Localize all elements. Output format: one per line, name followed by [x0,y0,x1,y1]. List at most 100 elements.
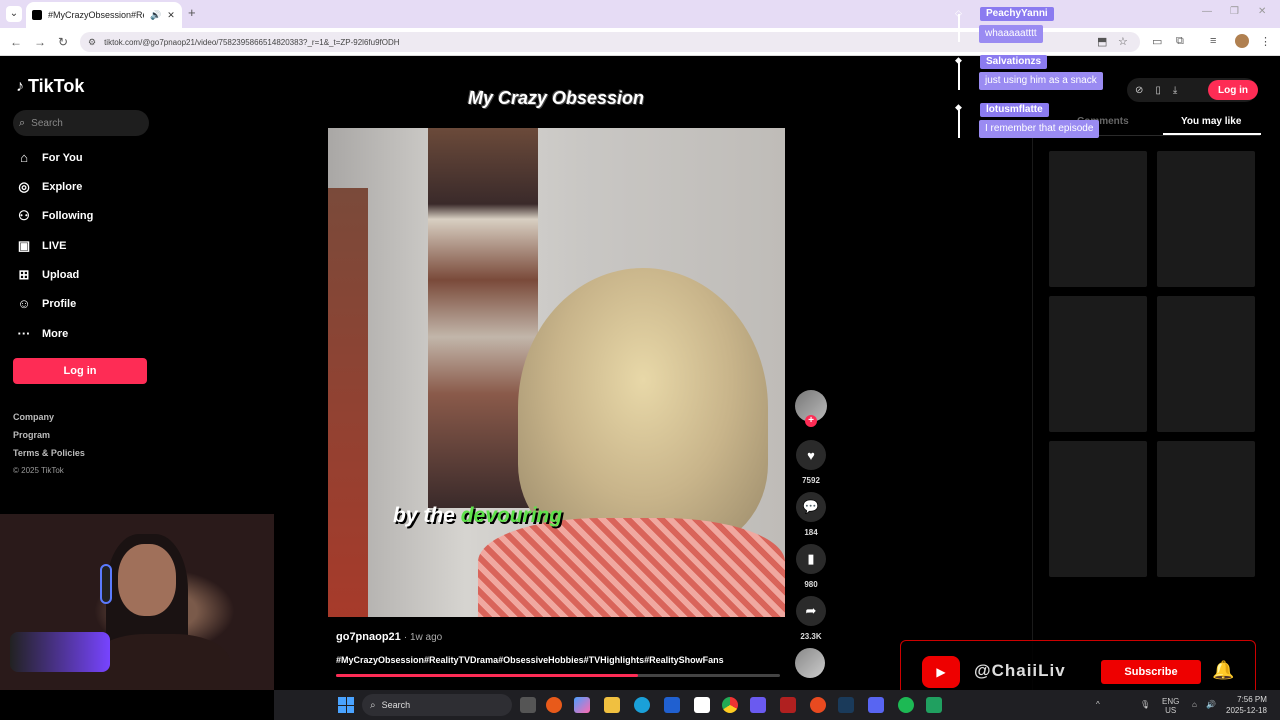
clock-time: 7:56 PM [1237,695,1267,704]
microphone-tray-icon[interactable]: 🎙 [1140,700,1150,709]
taskbar-search[interactable]: ⌕ Search [362,694,512,716]
like-button[interactable]: ♥ [796,440,826,470]
streaming-app-icon[interactable] [926,697,942,713]
recommended-video-placeholder[interactable] [1157,441,1255,577]
recommended-video-placeholder[interactable] [1049,151,1147,287]
windows-start-icon[interactable] [338,697,354,713]
recommended-video-placeholder[interactable] [1049,296,1147,432]
site-info-icon[interactable]: ⚙ [88,37,96,48]
search-input[interactable]: ⌕ Search [13,110,149,136]
follow-plus-icon[interactable]: + [805,415,817,427]
recommended-video-placeholder[interactable] [1049,441,1147,577]
file-explorer-icon[interactable] [604,697,620,713]
tab-title: #MyCrazyObsession#Realit [48,10,144,20]
nav-explore[interactable]: ◎ Explore [16,179,82,195]
bookmark-star-icon[interactable]: ☆ [1118,35,1128,48]
discord-icon[interactable] [868,697,884,713]
maximize-icon[interactable]: ❐ [1230,6,1239,17]
steam-icon[interactable] [838,697,854,713]
nav-label: Profile [42,297,77,310]
browser-menu-icon[interactable]: ⋮ [1260,35,1271,48]
webcam-body-shape [90,634,230,690]
chat-diamond-icon: ◇ [955,8,962,18]
spotify-icon[interactable] [898,697,914,713]
share-button[interactable]: ➦ [796,596,826,626]
active-tab-underline [1163,133,1261,135]
nav-upload[interactable]: ⊞ Upload [16,267,80,283]
header-login-button[interactable]: Log in [1208,80,1258,100]
phone-icon[interactable]: ▯ [1155,85,1161,96]
dots-icon: ··· [17,326,31,341]
compass-tool-icon[interactable]: ⊘ [1135,85,1143,96]
people-icon: ⚇ [18,208,30,223]
author-name[interactable]: go7pnaop21 [336,631,401,643]
nav-live[interactable]: ▣ LIVE [16,238,67,254]
sidebar-login-button[interactable]: Log in [13,358,147,384]
video-author[interactable]: go7pnaop21 · 1w ago [336,631,442,643]
system-clock[interactable]: 7:56 PM 2025-12-18 [1226,694,1267,716]
tab-close-icon[interactable]: ✕ [167,10,175,21]
video-player[interactable] [328,128,785,617]
media-app-icon[interactable] [780,697,796,713]
profile-avatar[interactable] [1235,34,1249,48]
browser-tab[interactable]: #MyCrazyObsession#Realit 🔊 ✕ [26,2,182,28]
comment-icon: 💬 [802,499,820,514]
footer-program-link[interactable]: Program [13,430,50,440]
microphone-icon [10,632,110,672]
forward-icon[interactable]: → [34,35,46,49]
save-button[interactable]: ▮ [796,544,826,574]
tab-list-chevron-icon[interactable]: ⌄ [6,6,22,22]
reading-list-icon[interactable]: ≡ [1210,35,1216,47]
comment-button[interactable]: 💬 [796,492,826,522]
recommended-video-placeholder[interactable] [1157,151,1255,287]
brave-icon[interactable] [810,697,826,713]
bell-icon[interactable]: 🔔 [1212,660,1234,681]
footer-terms-link[interactable]: Terms & Policies [13,448,85,458]
nav-more[interactable]: ··· More [16,326,69,341]
window-close-icon[interactable]: ✕ [1258,6,1266,17]
new-tab-icon[interactable]: + [188,5,196,20]
chat-username: lotusmflatte [980,103,1049,117]
tiktok-favicon-icon [32,10,42,20]
speaker-icon[interactable]: 🔊 [150,10,161,21]
tab-you-may-like[interactable]: You may like [1181,116,1241,127]
network-icon[interactable]: ⌂ [1192,700,1197,709]
footer-company-link[interactable]: Company [13,412,54,422]
video-progress-bar[interactable] [336,674,780,677]
minimize-icon[interactable]: — [1202,6,1212,17]
nav-label: For You [42,151,83,164]
compass-icon: ◎ [18,179,30,194]
music-disc-avatar[interactable] [795,648,825,678]
chat-thread-line [958,110,960,138]
download-icon[interactable]: ⤓ [1173,85,1177,96]
subscribe-button[interactable]: Subscribe [1101,660,1201,684]
extensions-icon[interactable]: ⧉ [1176,35,1184,48]
video-hashtags[interactable]: #MyCrazyObsession#RealityTVDrama#Obsessi… [336,655,724,665]
tiktok-logo[interactable]: ♪ TikTok [16,76,84,97]
task-view-icon[interactable] [520,697,536,713]
live-icon: ▣ [17,238,31,253]
volume-icon[interactable]: 🔊 [1206,700,1216,709]
install-app-icon[interactable]: ⬒ [1097,35,1107,48]
nav-profile[interactable]: ☺ Profile [16,296,76,311]
firefox-icon[interactable] [546,697,562,713]
teams-icon[interactable] [750,697,766,713]
tray-chevron-icon[interactable]: ^ [1096,700,1100,709]
chrome-icon[interactable] [722,697,738,713]
chat-username: Salvationzs [980,55,1048,69]
edge-icon[interactable] [634,697,650,713]
recommended-video-placeholder[interactable] [1157,296,1255,432]
url-text: tiktok.com/@go7pnaop21/video/75823958665… [104,37,400,47]
nav-following[interactable]: ⚇ Following [16,208,93,224]
reload-icon[interactable]: ↻ [58,35,68,49]
notes-app-icon[interactable] [664,697,680,713]
cast-icon[interactable]: ▭ [1152,35,1162,48]
caption-prefix: by the [393,504,455,527]
copilot-icon[interactable] [574,697,590,713]
store-icon[interactable] [694,697,710,713]
video-progress-fill [336,674,638,677]
nav-for-you[interactable]: ⌂ For You [16,150,83,165]
language-indicator[interactable]: ENG US [1162,697,1179,715]
back-icon[interactable]: ← [10,35,22,49]
post-age: · 1w ago [403,632,443,643]
